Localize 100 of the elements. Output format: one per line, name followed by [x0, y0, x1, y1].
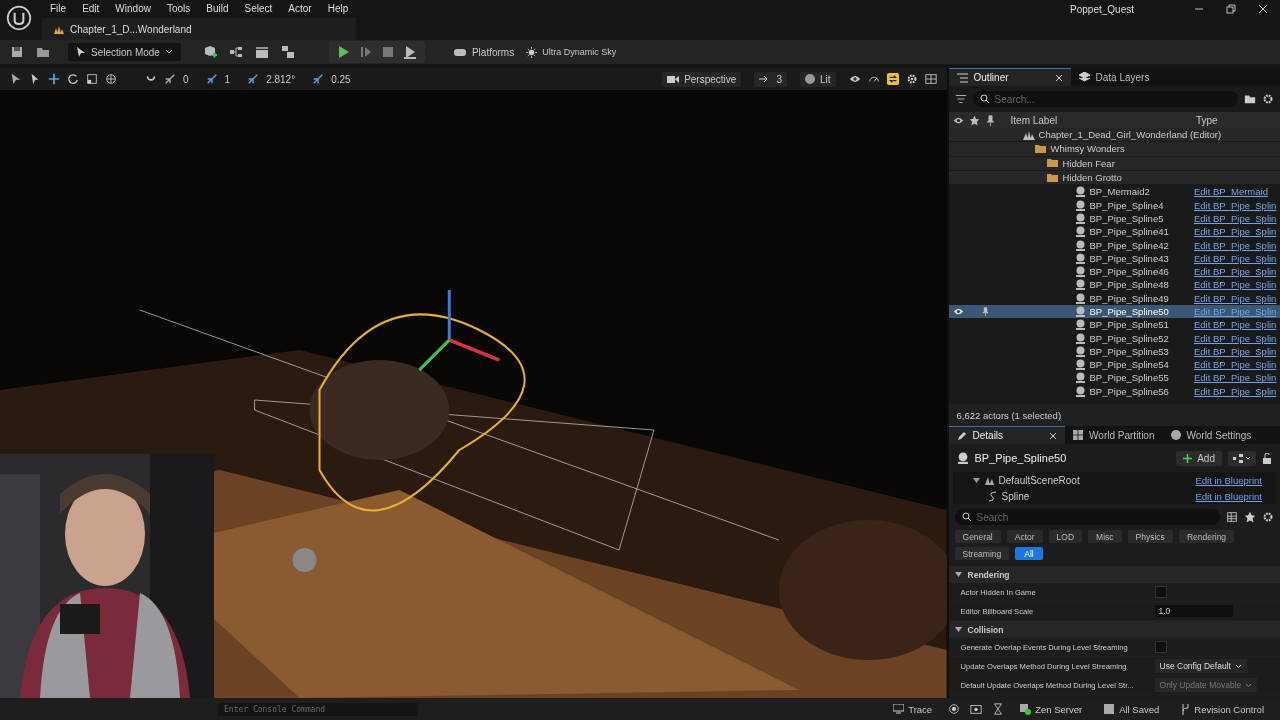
tree-row[interactable]: BP_Pipe_Spline54 Edit BP_Pipe_Splin [948, 358, 1280, 372]
number-field[interactable]: 1.0 [1154, 605, 1233, 617]
record-icon[interactable] [948, 703, 961, 715]
filter-chip[interactable]: Streaming [954, 547, 1010, 560]
tree-row[interactable]: BP_Pipe_Spline43 Edit BP_Pipe_Splin [948, 251, 1280, 265]
tree-row[interactable]: Whimsy Wonders [948, 142, 1280, 157]
edit-blueprint-link[interactable]: Edit in Blueprint [1195, 474, 1262, 486]
tree-row[interactable]: BP_Pipe_Spline56 Edit BP_Pipe_Splin [948, 384, 1280, 398]
panel-tab[interactable]: World Partition [1065, 426, 1163, 444]
tree-row[interactable]: Chapter_1_Dead_Girl_Wonderland (Editor) [948, 128, 1280, 143]
panel-tab[interactable]: Details [948, 426, 1066, 444]
filter-chip[interactable]: All [1015, 547, 1043, 560]
eye-icon[interactable] [952, 306, 964, 317]
tree-row[interactable]: BP_Pipe_Spline42 Edit BP_Pipe_Splin [948, 238, 1280, 252]
type-link[interactable]: Edit BP_Pipe_Splin [1194, 345, 1280, 357]
search-field[interactable]: Search... [972, 91, 1238, 107]
move-icon[interactable] [48, 73, 60, 85]
type-link[interactable]: Edit BP_Pipe_Splin [1194, 292, 1280, 304]
add-button[interactable]: Add [1176, 450, 1222, 466]
tree-row[interactable]: BP_Pipe_Spline50 Edit BP_Pipe_Splin [948, 304, 1280, 319]
type-link[interactable]: Edit BP_Pipe_Splin [1194, 252, 1280, 264]
perspective-button[interactable]: Perspective [662, 71, 742, 87]
type-link[interactable]: Edit BP_Pipe_Splin [1194, 226, 1280, 238]
type-link[interactable]: Edit BP_Pipe_Splin [1194, 359, 1280, 371]
filter-chip[interactable]: Physics [1127, 530, 1173, 543]
folder-icon[interactable] [36, 45, 50, 59]
clapper-icon[interactable] [254, 45, 269, 59]
tree-row[interactable]: BP_Pipe_Spline4 Edit BP_Pipe_Splin [948, 198, 1280, 212]
trace-button[interactable]: Trace [893, 703, 933, 715]
platforms-button[interactable]: Platforms [452, 46, 515, 58]
snap-value[interactable]: 0 [183, 73, 189, 85]
lit-button[interactable]: Lit [799, 71, 836, 87]
save-all-button[interactable]: All Saved [1104, 703, 1160, 715]
checkbox[interactable] [1154, 641, 1167, 653]
filter-chip[interactable]: LOD [1048, 530, 1083, 543]
type-link[interactable]: Edit BP_Pipe_Splin [1194, 199, 1280, 211]
menu-item[interactable]: Select [236, 2, 281, 14]
search-field[interactable]: Search [954, 509, 1220, 525]
step-icon[interactable] [358, 45, 373, 59]
blueprint-icon[interactable] [280, 45, 295, 59]
dropdown[interactable]: Use Config Default [1154, 659, 1247, 673]
scale-icon[interactable] [86, 73, 98, 85]
type-link[interactable]: Edit BP_Pipe_Splin [1194, 279, 1280, 291]
close-icon[interactable] [1258, 4, 1268, 14]
type-link[interactable]: Edit BP_Pipe_Splin [1194, 212, 1280, 224]
hourglass-icon[interactable] [992, 703, 1005, 715]
tree-row[interactable]: BP_Pipe_Spline51 Edit BP_Pipe_Splin [948, 318, 1280, 332]
pin-icon[interactable] [980, 306, 990, 317]
snap-icon[interactable] [164, 73, 176, 85]
camera-speed-button[interactable]: 3 [754, 71, 787, 87]
component-row[interactable]: DefaultSceneRoot Edit in Blueprint [952, 472, 1276, 488]
tree-row[interactable]: BP_Pipe_Spline5 Edit BP_Pipe_Splin [948, 211, 1280, 226]
column-header[interactable]: Type [1196, 114, 1280, 126]
tree-row[interactable]: BP_Pipe_Spline41 Edit BP_Pipe_Splin [948, 225, 1280, 239]
revision-control-button[interactable]: Revision Control [1181, 703, 1264, 715]
snap-icon[interactable] [312, 73, 325, 85]
tree-row[interactable]: BP_Pipe_Spline49 Edit BP_Pipe_Splin [948, 291, 1280, 305]
selection-mode-button[interactable]: Selection Mode [68, 43, 181, 61]
filter-chip[interactable]: Rendering [1178, 530, 1235, 543]
close-icon[interactable] [1054, 73, 1063, 82]
menu-item[interactable]: Edit [74, 2, 108, 14]
settings-icon[interactable] [1262, 93, 1274, 105]
type-link[interactable]: Edit BP_Pipe_Splin [1194, 385, 1280, 397]
level-tab[interactable]: Chapter_1_D...Wonderland [42, 18, 357, 40]
star-icon[interactable] [1244, 511, 1256, 523]
filter-chip[interactable]: General [954, 530, 1001, 543]
settings-icon[interactable] [1262, 511, 1274, 523]
type-link[interactable]: Edit BP_Pipe_Splin [1194, 239, 1280, 251]
menu-item[interactable]: Window [107, 2, 159, 14]
type-link[interactable]: Edit BP_Mermaid [1194, 186, 1280, 198]
filter-chip[interactable]: Actor [1006, 530, 1043, 543]
hierarchy-button[interactable] [1228, 450, 1256, 466]
filter-chip[interactable]: Misc [1088, 530, 1122, 543]
nodes-icon[interactable] [228, 45, 243, 59]
select-icon[interactable] [10, 73, 22, 85]
menu-item[interactable]: Build [198, 2, 237, 14]
panel-tab[interactable]: Outliner [948, 68, 1071, 86]
type-link[interactable]: Edit BP_Pipe_Splin [1194, 319, 1280, 331]
menu-item[interactable]: Actor [280, 2, 320, 14]
snap-value[interactable]: 2.812° [266, 73, 296, 85]
tree-row[interactable]: BP_Pipe_Spline48 Edit BP_Pipe_Splin [948, 278, 1280, 292]
snap-value[interactable]: 1 [224, 73, 231, 85]
arrow-pointer-icon[interactable] [29, 73, 41, 85]
tree-row[interactable]: BP_Pipe_Spline46 Edit BP_Pipe_Splin [948, 264, 1280, 279]
add-cube-icon[interactable] [202, 45, 217, 59]
screenshot-icon[interactable] [970, 703, 983, 715]
close-icon[interactable] [1049, 431, 1058, 440]
table-icon[interactable] [1226, 511, 1238, 523]
tree-row[interactable]: BP_Pipe_Spline52 Edit BP_Pipe_Splin [948, 331, 1280, 345]
menu-item[interactable]: Tools [158, 2, 199, 14]
sky-button[interactable]: Ultra Dynamic Sky [526, 46, 617, 58]
stop-icon[interactable] [380, 45, 395, 59]
eject-icon[interactable] [402, 45, 417, 59]
console-field[interactable]: Enter Console Command [218, 702, 418, 716]
snap-icon[interactable] [247, 73, 260, 85]
server-button[interactable]: Zen Server [1020, 703, 1083, 715]
section-header[interactable]: Rendering [948, 566, 1280, 583]
edit-blueprint-link[interactable]: Edit in Blueprint [1195, 490, 1262, 502]
panel-tab[interactable]: World Settings [1162, 426, 1260, 444]
realtime-icon[interactable] [886, 73, 899, 85]
